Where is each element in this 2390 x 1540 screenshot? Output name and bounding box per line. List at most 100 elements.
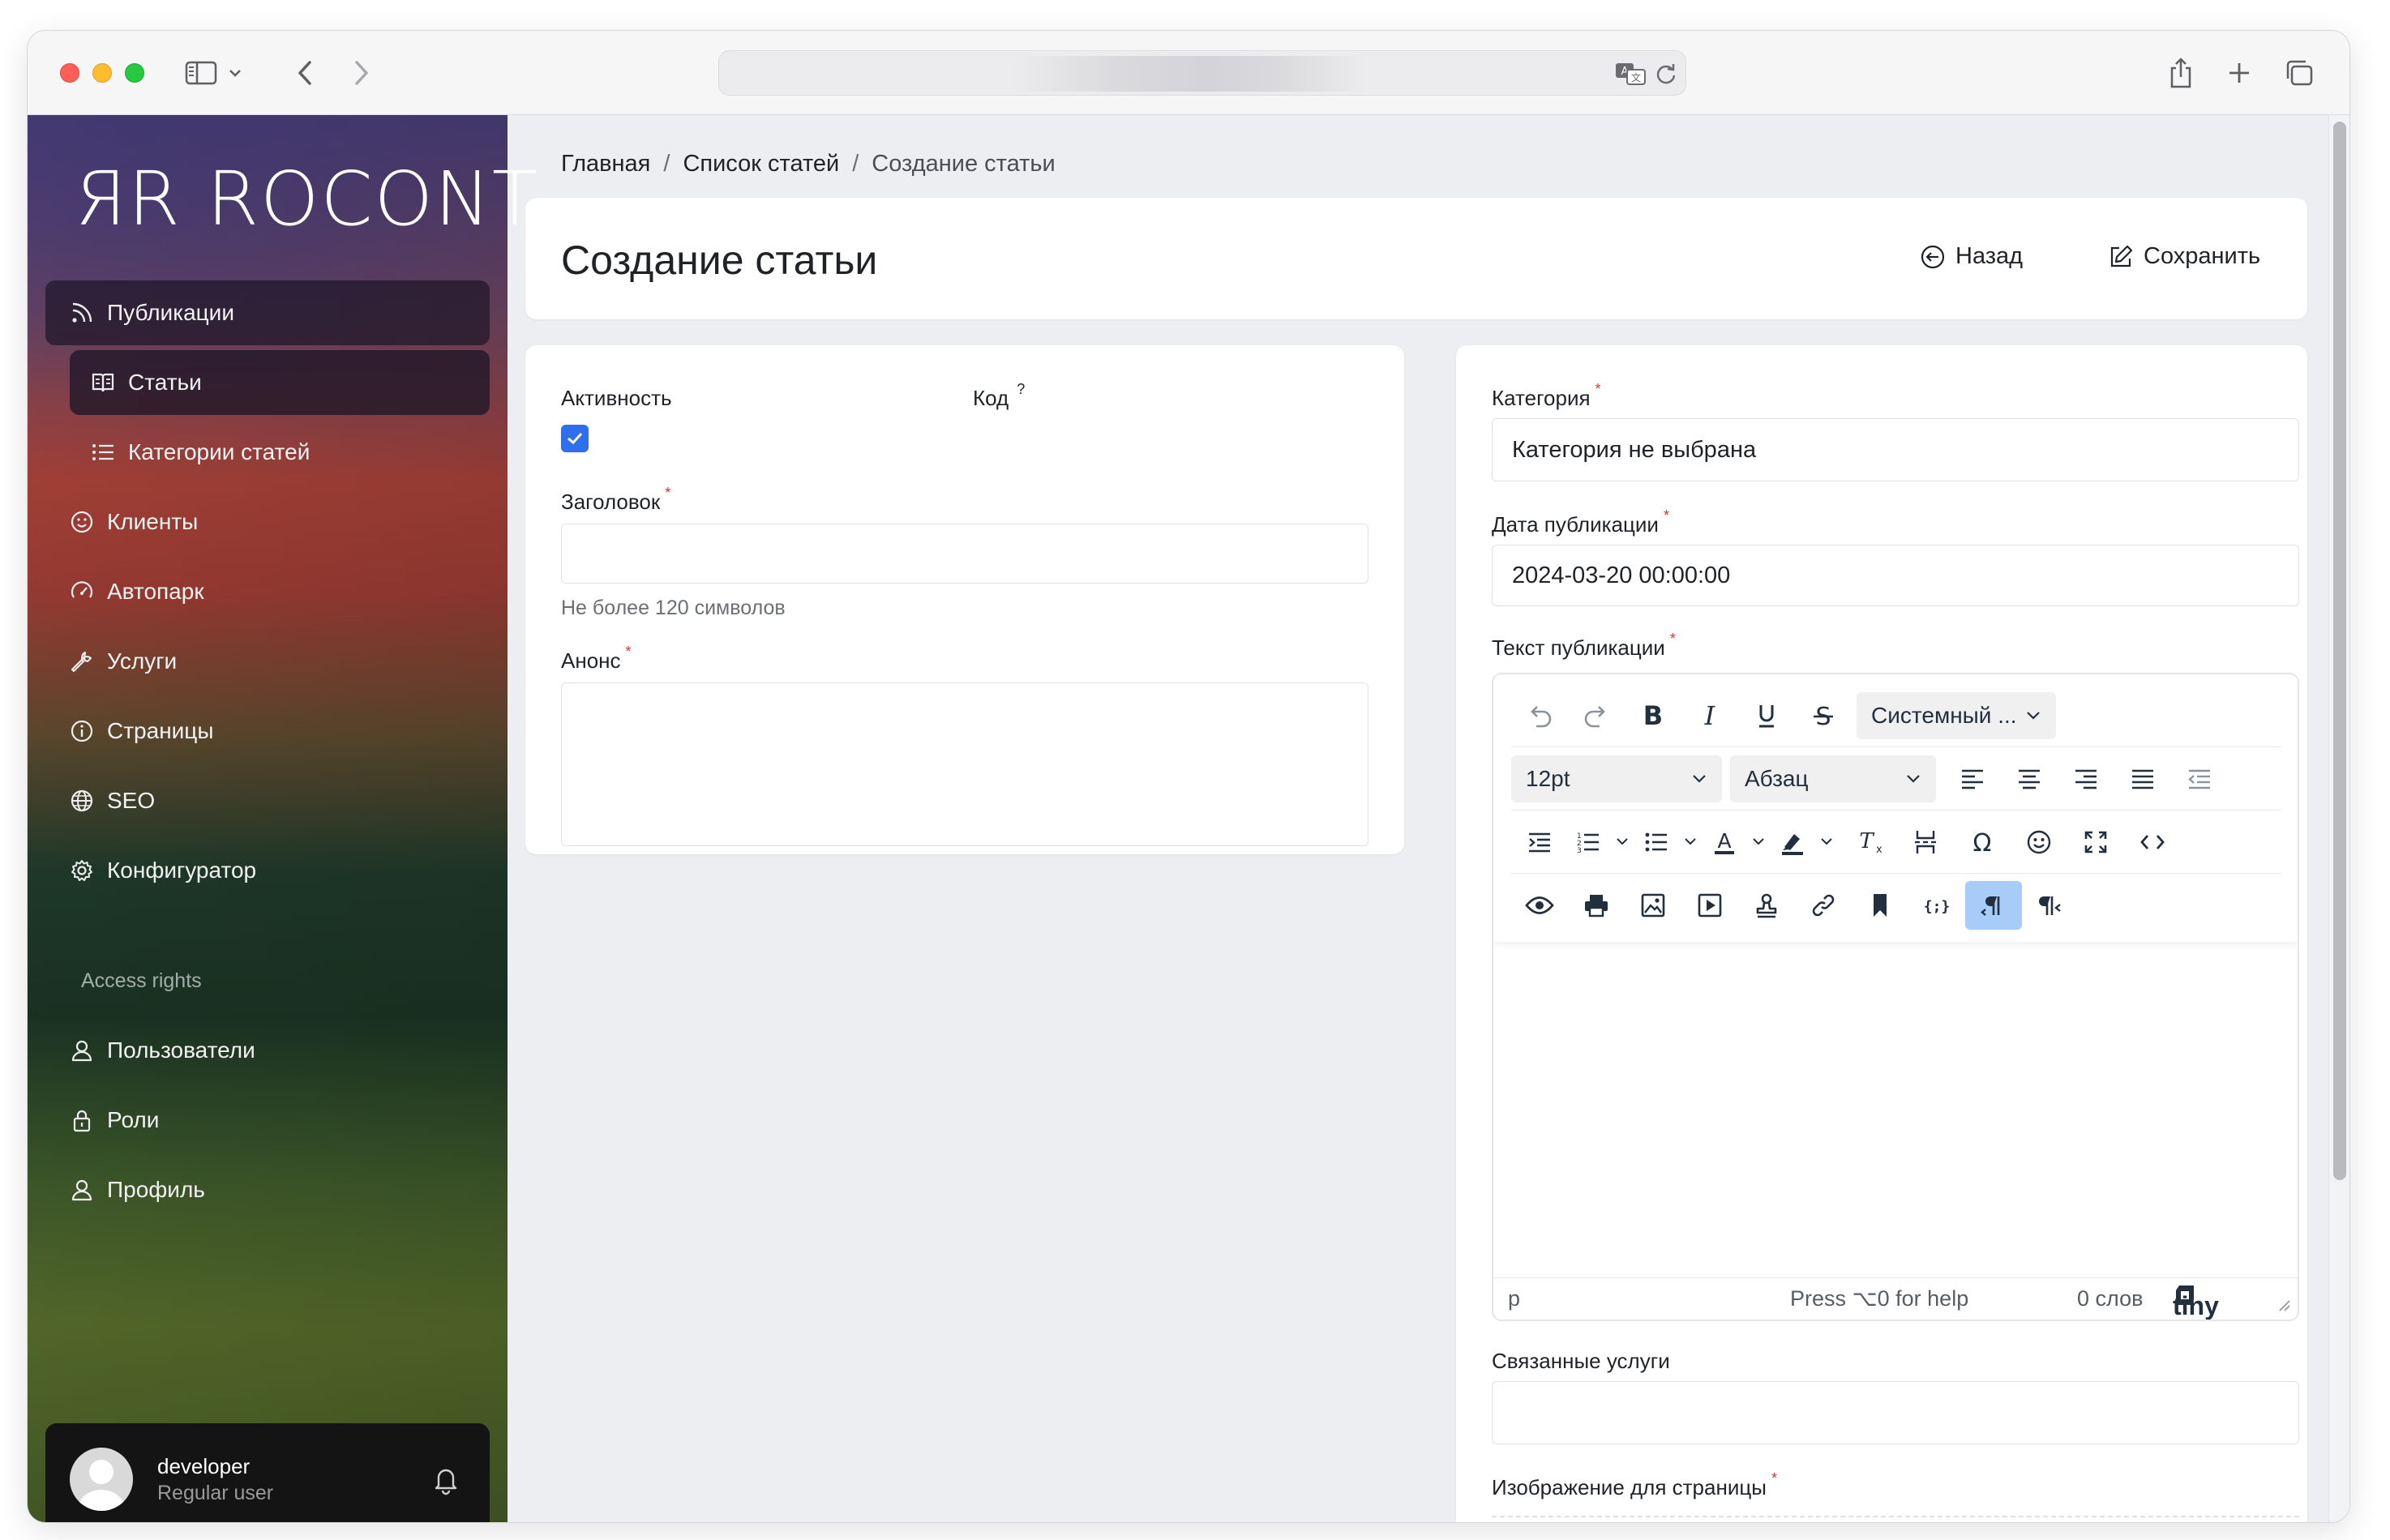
required-mark: *: [1669, 631, 1676, 647]
activity-checkbox[interactable]: [561, 425, 589, 452]
sidebar-item-label: Категории статей: [128, 439, 311, 464]
link-icon[interactable]: [1795, 881, 1852, 930]
translate-icon[interactable]: A文: [1614, 59, 1647, 92]
page-scrollbar-thumb[interactable]: [2333, 122, 2346, 1180]
emoji-icon[interactable]: [2011, 818, 2067, 866]
user-card[interactable]: developer Regular user: [45, 1423, 490, 1522]
page-title: Создание статьи: [561, 237, 878, 283]
chevron-down-icon[interactable]: [1745, 818, 1772, 866]
chevron-down-icon[interactable]: [1608, 818, 1636, 866]
tiny-brand[interactable]: tiny: [2173, 1283, 2219, 1320]
chevron-down-icon[interactable]: [225, 55, 245, 91]
back-button[interactable]: Назад: [1920, 243, 2023, 270]
code-help-mark[interactable]: ?: [1017, 381, 1025, 397]
bell-icon[interactable]: [431, 1464, 460, 1496]
italic-icon[interactable]: I: [1681, 691, 1738, 740]
special-character-icon[interactable]: Ω: [1954, 818, 2011, 866]
font-family-select[interactable]: Системный ...: [1857, 691, 2056, 739]
chevron-down-icon[interactable]: [1677, 818, 1704, 866]
sidebar-item-label: Профиль: [107, 1177, 205, 1202]
help-hint: Press ⌥0 for help: [1790, 1286, 1969, 1311]
align-justify-icon[interactable]: [2114, 755, 2171, 803]
sidebar-toggle-icon[interactable]: [183, 55, 219, 91]
bookmark-icon[interactable]: [1852, 881, 1908, 930]
source-code-icon[interactable]: [2124, 818, 2181, 866]
breadcrumb-list[interactable]: Список статей: [683, 151, 839, 178]
word-count[interactable]: 0 слов: [2077, 1286, 2143, 1311]
toolbar-row: 12pt Абзац: [1511, 747, 2281, 811]
toolbar-row: B I S Системный ...: [1511, 684, 2281, 747]
chevron-down-icon[interactable]: [1813, 818, 1840, 866]
app-logo[interactable]: ЯR ROCONT: [75, 156, 539, 242]
sidebar-item-configurator[interactable]: Конфигуратор: [45, 838, 490, 903]
publish-date-input[interactable]: 2024-03-20 00:00:00: [1492, 545, 2299, 606]
tab-overview-icon[interactable]: [2281, 55, 2317, 91]
breadcrumb-home[interactable]: Главная: [561, 151, 650, 178]
font-size-select[interactable]: 12pt: [1511, 755, 1722, 802]
related-services-select[interactable]: [1492, 1381, 2299, 1444]
category-select[interactable]: Категория не выбрана: [1492, 418, 2299, 481]
sidebar-item-roles[interactable]: Роли: [45, 1088, 490, 1153]
sidebar-item-pages[interactable]: Страницы: [45, 699, 490, 764]
resize-handle-icon[interactable]: [2276, 1293, 2291, 1318]
text-color-icon[interactable]: A: [1704, 818, 1745, 866]
underline-icon[interactable]: [1738, 691, 1795, 740]
bold-icon[interactable]: B: [1625, 691, 1681, 740]
redo-icon[interactable]: [1568, 691, 1625, 740]
related-services-label: Связанные услуги: [1492, 1349, 1670, 1373]
sidebar-item-clients[interactable]: Клиенты: [45, 490, 490, 554]
strikethrough-icon[interactable]: S: [1795, 691, 1852, 740]
align-center-icon[interactable]: [2001, 755, 2058, 803]
chevron-down-icon: [1907, 774, 1920, 783]
save-button[interactable]: Сохранить: [2108, 243, 2260, 270]
align-right-icon[interactable]: [2058, 755, 2114, 803]
sidebar-item-services[interactable]: Услуги: [45, 629, 490, 694]
block-format-select[interactable]: Абзац: [1730, 755, 1936, 802]
address-bar[interactable]: A文: [718, 50, 1686, 96]
sidebar-item-fleet[interactable]: Автопарк: [45, 559, 490, 624]
numbered-list-icon[interactable]: 123: [1568, 818, 1608, 866]
template-code-icon[interactable]: {;}: [1908, 881, 1965, 930]
media-icon[interactable]: [1681, 881, 1738, 930]
sidebar-item-profile[interactable]: Профиль: [45, 1157, 490, 1222]
close-window-button[interactable]: [60, 63, 79, 83]
rtl-direction-icon[interactable]: [2022, 881, 2079, 930]
bullet-list-icon[interactable]: [1636, 818, 1677, 866]
align-left-icon[interactable]: [1944, 755, 2001, 803]
ltr-direction-icon[interactable]: [1965, 881, 2022, 930]
publish-date-label: Дата публикации *: [1492, 507, 1669, 537]
indent-icon[interactable]: [1511, 818, 1568, 866]
element-path[interactable]: p: [1508, 1286, 1520, 1311]
fullscreen-icon[interactable]: [2067, 818, 2124, 866]
sidebar-item-users[interactable]: Пользователи: [45, 1018, 490, 1083]
image-icon[interactable]: [1625, 881, 1681, 930]
sidebar-item-article-categories[interactable]: Категории статей: [70, 420, 490, 485]
clear-formatting-icon[interactable]: Tx: [1840, 818, 1897, 866]
sidebar-item-seo[interactable]: SEO: [45, 768, 490, 833]
stamp-icon[interactable]: [1738, 881, 1795, 930]
undo-icon[interactable]: [1511, 691, 1568, 740]
sidebar-item-publications[interactable]: Публикации: [45, 280, 490, 345]
new-tab-icon[interactable]: [2223, 55, 2255, 91]
preview-eye-icon[interactable]: [1511, 881, 1568, 930]
page-image-dropzone[interactable]: [1492, 1516, 2299, 1522]
editor-content-area[interactable]: [1493, 942, 2298, 1281]
announce-textarea[interactable]: [561, 682, 1368, 846]
sidebar-item-label: SEO: [107, 788, 156, 813]
sidebar-item-articles[interactable]: Статьи: [70, 350, 490, 415]
outdent-icon[interactable]: [2171, 755, 2228, 803]
page-scrollbar-track[interactable]: [2328, 115, 2349, 1522]
share-icon[interactable]: [2165, 55, 2197, 91]
reload-icon[interactable]: [1655, 62, 1677, 90]
page-break-icon[interactable]: [1897, 818, 1954, 866]
back-arrow-icon[interactable]: [289, 55, 321, 91]
section-label-access-rights: Access rights: [81, 969, 202, 992]
minimize-window-button[interactable]: [92, 63, 112, 83]
highlight-color-icon[interactable]: [1772, 818, 1813, 866]
title-input[interactable]: [561, 524, 1368, 584]
print-icon[interactable]: [1568, 881, 1625, 930]
forward-arrow-icon[interactable]: [345, 55, 378, 91]
zoom-window-button[interactable]: [125, 63, 144, 83]
svg-text:{;}: {;}: [1924, 898, 1951, 915]
browser-titlebar: A文: [28, 31, 2349, 115]
